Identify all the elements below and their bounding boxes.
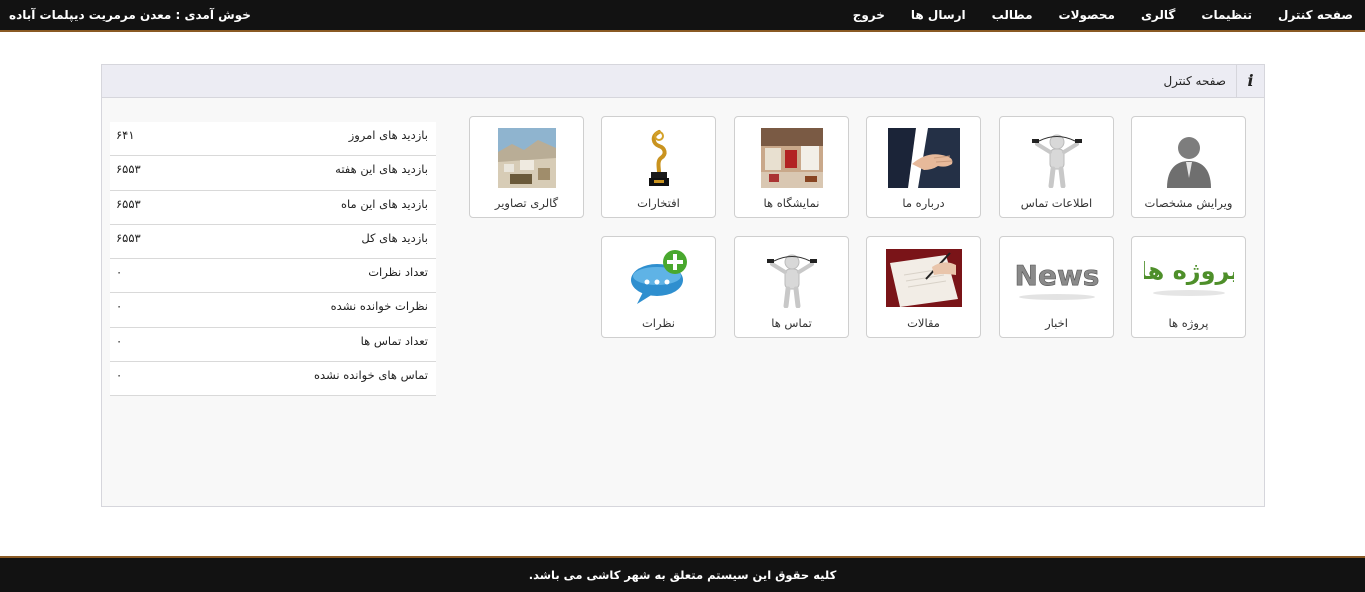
stat-value: ۶۴۱: [116, 128, 135, 142]
stat-value: ۶۵۵۳: [116, 196, 141, 211]
stat-value: ۰: [116, 265, 123, 280]
quarry-photo-icon: [497, 128, 556, 188]
handshake-icon: [887, 128, 960, 188]
tile-label: تماس ها: [771, 316, 812, 330]
nav-control-panel[interactable]: صفحه کنترل: [1278, 8, 1353, 22]
tile-projects[interactable]: پروژه ها پروژه ها: [1131, 236, 1246, 338]
stat-today-visits: بازدید های امروز ۶۴۱: [110, 122, 436, 157]
nav-products[interactable]: محصولات: [1059, 8, 1115, 22]
panel-title: صفحه کنترل: [1163, 74, 1226, 88]
info-icon: i: [1236, 65, 1264, 97]
projects-text-icon: پروژه ها: [1143, 245, 1234, 305]
visit-stats: بازدید های امروز ۶۴۱ بازدید های این هفته…: [110, 122, 436, 397]
tile-articles[interactable]: مقالات: [866, 236, 981, 338]
nav-logout[interactable]: خروج: [853, 8, 885, 22]
stat-label: بازدید های کل: [361, 230, 428, 245]
trophy-icon: [628, 128, 689, 188]
tile-edit-profile[interactable]: ویرایش مشخصات: [1131, 116, 1246, 218]
stat-week-visits: بازدید های این هفته ۶۵۵۳: [110, 156, 436, 191]
writing-hand-icon: [885, 249, 962, 309]
tile-comments[interactable]: نظرات: [601, 236, 716, 338]
nav-settings[interactable]: تنظیمات: [1201, 8, 1252, 22]
stat-label: نظرات خوانده نشده: [330, 299, 428, 314]
exhibition-photo-icon: [760, 128, 823, 188]
phone-figure-icon: [1026, 128, 1087, 188]
tile-about-us[interactable]: درباره ما: [866, 116, 981, 218]
tile-label: ویرایش مشخصات: [1144, 196, 1233, 210]
main-nav: صفحه کنترل تنظیمات گالری محصولات مطالب ا…: [853, 0, 1353, 30]
stat-value: ۰: [116, 368, 123, 383]
stat-value: ۰: [116, 333, 123, 348]
stat-label: تعداد تماس ها: [360, 333, 428, 348]
stat-value: ۶۵۵۳: [116, 230, 141, 245]
tile-label: درباره ما: [902, 196, 945, 210]
stat-label: بازدید های امروز: [348, 128, 428, 142]
top-navbar: صفحه کنترل تنظیمات گالری محصولات مطالب ا…: [0, 0, 1365, 32]
stat-label: تعداد نظرات: [368, 265, 428, 280]
stat-label: بازدید های این هفته: [335, 162, 428, 177]
stat-label: بازدید های این ماه: [341, 196, 428, 211]
panel-header: i صفحه کنترل: [102, 65, 1264, 98]
tile-contact-info[interactable]: اطلاعات تماس: [999, 116, 1114, 218]
tile-label: نظرات: [641, 316, 675, 330]
stat-unread-contacts: تماس های خوانده نشده ۰: [110, 362, 436, 397]
stat-value: ۶۵۵۳: [116, 162, 141, 177]
tile-label: گالری تصاویر: [494, 196, 559, 210]
tile-contacts[interactable]: تماس ها: [734, 236, 849, 338]
stat-label: تماس های خوانده نشده: [314, 368, 428, 383]
stat-contact-count: تعداد تماس ها ۰: [110, 327, 436, 363]
tile-label: افتخارات: [637, 196, 680, 210]
comment-add-icon: [628, 248, 689, 308]
stat-unread-comments: نظرات خوانده نشده ۰: [110, 293, 436, 328]
stat-month-visits: بازدید های این ماه ۶۵۵۳: [110, 190, 436, 225]
tile-label: اخبار: [1045, 316, 1068, 330]
footer: کلیه حقوق این سیستم متعلق به شهر کاشی می…: [0, 556, 1365, 592]
tile-gallery[interactable]: گالری تصاویر: [469, 116, 584, 218]
nav-messages[interactable]: ارسال ها: [911, 8, 966, 22]
nav-articles[interactable]: مطالب: [992, 8, 1033, 22]
tile-exhibitions[interactable]: نمایشگاه ها: [734, 116, 849, 218]
news-icon-text: News: [1014, 259, 1099, 292]
stat-value: ۰: [116, 299, 123, 314]
tile-label: نمایشگاه ها: [763, 196, 820, 210]
stat-comment-count: تعداد نظرات ۰: [110, 259, 436, 294]
tile-news[interactable]: News اخبار: [999, 236, 1114, 338]
tile-label: مقالات: [907, 316, 940, 330]
stat-total-visits: بازدید های کل ۶۵۵۳: [110, 224, 436, 260]
user-silhouette-icon: [1158, 128, 1219, 188]
news-icon: News: [1013, 245, 1100, 305]
projects-icon-text: پروژه ها: [1144, 257, 1234, 285]
copyright-text: کلیه حقوق این سیستم متعلق به شهر کاشی می…: [528, 568, 837, 582]
nav-gallery[interactable]: گالری: [1141, 8, 1175, 22]
tile-label: اطلاعات تماس: [1020, 196, 1093, 210]
phone-figure-icon: [761, 248, 822, 308]
welcome-text: خوش آمدی : معدن مرمریت دیپلمات آباده: [9, 8, 251, 22]
tile-honors[interactable]: افتخارات: [601, 116, 716, 218]
tile-label: پروژه ها: [1168, 316, 1209, 330]
